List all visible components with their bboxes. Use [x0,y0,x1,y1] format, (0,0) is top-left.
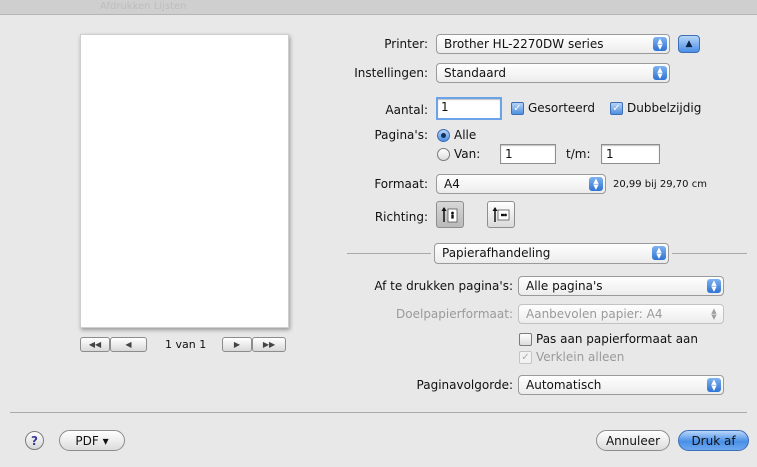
pdf-label: PDF ▾ [75,433,109,448]
page-order-value: Automatisch [526,378,602,392]
print-label: Druk af [691,433,736,448]
pages-all-row[interactable]: Alle [437,128,476,142]
scale-to-fit-label: Pas aan papierformaat aan [536,332,698,346]
triangle-up-icon: ▲ [685,39,693,49]
copies-input[interactable]: 1 [436,97,502,120]
pages-to-input[interactable]: 1 [601,144,660,164]
pages-from-input[interactable]: 1 [500,144,556,164]
dest-paper-label: Doelpapierformaat: [396,307,513,321]
previous-page-button[interactable]: ◀ [110,337,147,352]
collapse-details-button[interactable]: ▲ [678,35,700,53]
section-value: Papierafhandeling [442,246,551,260]
paper-size-label: Formaat: [374,177,428,191]
scale-down-checkbox: ✓ [519,350,532,364]
copies-value: 1 [441,100,449,114]
popup-arrows-icon: ▲ ▼ [589,177,603,191]
section-divider-right [672,253,747,254]
section-popup[interactable]: Papierafhandeling ▲ ▼ [434,243,669,264]
printer-popup[interactable]: Brother HL-2270DW series ▲ ▼ [436,34,670,54]
cancel-button[interactable]: Annuleer [596,430,670,451]
orientation-portrait-button[interactable] [436,201,464,228]
collated-label: Gesorteerd [528,101,596,115]
orientation-label: Richting: [374,210,428,224]
next-page-button[interactable]: ▶ [222,337,252,352]
pages-to-print-label: Af te drukken pagina's: [374,279,513,293]
pages-to-value: 1 [606,147,614,161]
pdf-menu-button[interactable]: PDF ▾ [59,430,125,451]
printer-label: Printer: [384,37,428,51]
scale-down-row: ✓ Verklein alleen [519,350,624,364]
orientation-landscape-button[interactable] [487,201,515,228]
presets-popup[interactable]: Standaard ▲ ▼ [436,63,670,83]
scale-down-label: Verklein alleen [536,350,625,364]
scale-to-fit-row[interactable]: Pas aan papierformaat aan [519,332,698,346]
presets-label: Instellingen: [354,66,428,80]
popup-arrows-icon: ▲ ▼ [707,378,721,392]
pages-to-print-value: Alle pagina's [526,279,603,293]
paper-dimensions: 20,99 bij 29,70 cm [613,179,707,190]
paper-size-popup[interactable]: A4 ▲ ▼ [436,174,606,194]
page-order-popup[interactable]: Automatisch ▲ ▼ [518,375,724,395]
two-sided-checkbox[interactable]: ✓ [610,101,623,115]
pages-from-label: Van: [454,147,481,161]
popup-arrows-icon: ▲ ▼ [711,307,717,321]
popup-arrows-icon: ▲ ▼ [652,246,666,260]
scale-to-fit-checkbox[interactable] [519,332,532,346]
printer-value: Brother HL-2270DW series [444,37,604,51]
pages-to-print-popup[interactable]: Alle pagina's ▲ ▼ [518,276,724,296]
dest-paper-popup: Aanbevolen papier: A4 ▲ ▼ [518,304,724,324]
footer-divider [10,412,747,413]
pages-label: Pagina's: [374,128,428,142]
landscape-orientation-icon [492,206,510,222]
popup-arrows-icon: ▲ ▼ [653,37,667,51]
presets-value: Standaard [444,66,506,80]
two-sided-label: Dubbelzijdig [627,101,702,115]
collated-checkbox-row[interactable]: ✓ Gesorteerd [511,101,595,115]
popup-arrows-icon: ▲ ▼ [707,279,721,293]
collated-checkbox[interactable]: ✓ [511,101,524,115]
ghost-toolbar-text: Afdrukken Lijsten [100,1,187,12]
pages-range-radio[interactable] [437,147,450,161]
last-page-button[interactable]: ▶▶ [252,337,286,352]
dest-paper-value: Aanbevolen papier: A4 [526,307,663,321]
print-preview-page [80,34,289,328]
cancel-label: Annuleer [605,433,661,448]
section-divider-left [347,253,431,254]
page-order-label: Paginavolgorde: [416,378,513,392]
paper-size-value: A4 [444,177,460,191]
help-button[interactable]: ? [25,431,44,450]
page-indicator: 1 van 1 [165,338,207,351]
portrait-orientation-icon [441,206,458,222]
pages-to-label: t/m: [566,147,591,161]
pages-from-value: 1 [505,147,513,161]
pages-range-row[interactable]: Van: [437,147,480,161]
copies-label: Aantal: [385,103,428,117]
help-icon: ? [31,433,38,448]
print-button[interactable]: Druk af [678,430,749,451]
pages-all-radio[interactable] [437,128,450,142]
two-sided-checkbox-row[interactable]: ✓ Dubbelzijdig [610,101,701,115]
first-page-button[interactable]: ◀◀ [80,337,110,352]
pages-all-label: Alle [454,128,477,142]
popup-arrows-icon: ▲ ▼ [653,66,667,80]
